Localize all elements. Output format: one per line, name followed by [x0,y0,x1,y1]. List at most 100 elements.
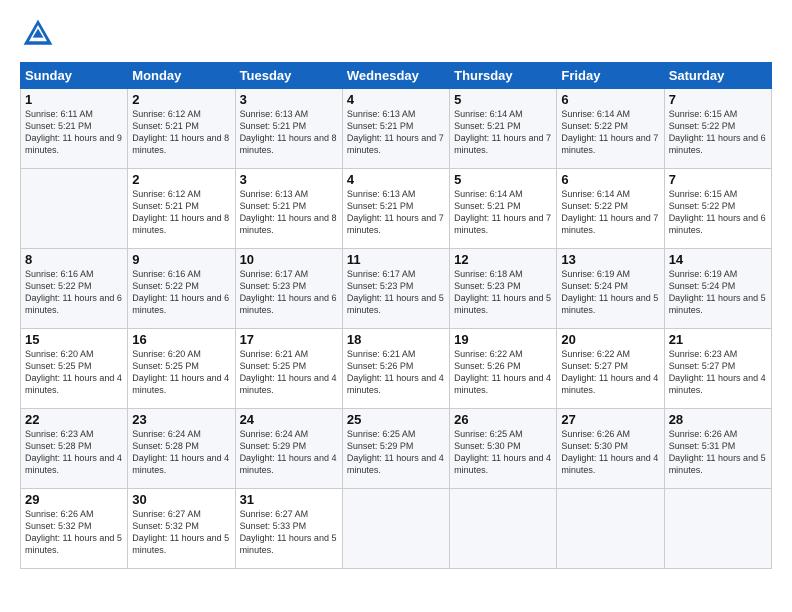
calendar-cell: 26Sunrise: 6:25 AMSunset: 5:30 PMDayligh… [450,409,557,489]
day-number: 11 [347,252,445,267]
day-number: 17 [240,332,338,347]
calendar-cell: 21Sunrise: 6:23 AMSunset: 5:27 PMDayligh… [664,329,771,409]
day-number: 8 [25,252,123,267]
col-tuesday: Tuesday [235,63,342,89]
calendar-cell: 4Sunrise: 6:13 AMSunset: 5:21 PMDaylight… [342,169,449,249]
day-info: Sunrise: 6:13 AMSunset: 5:21 PMDaylight:… [240,108,338,157]
day-info: Sunrise: 6:14 AMSunset: 5:22 PMDaylight:… [561,188,659,237]
calendar-cell: 25Sunrise: 6:25 AMSunset: 5:29 PMDayligh… [342,409,449,489]
day-number: 24 [240,412,338,427]
day-info: Sunrise: 6:12 AMSunset: 5:21 PMDaylight:… [132,188,230,237]
calendar-cell [21,169,128,249]
calendar-cell: 27Sunrise: 6:26 AMSunset: 5:30 PMDayligh… [557,409,664,489]
calendar-cell: 6Sunrise: 6:14 AMSunset: 5:22 PMDaylight… [557,169,664,249]
day-info: Sunrise: 6:16 AMSunset: 5:22 PMDaylight:… [25,268,123,317]
calendar-cell: 22Sunrise: 6:23 AMSunset: 5:28 PMDayligh… [21,409,128,489]
day-number: 12 [454,252,552,267]
header [20,16,772,52]
day-number: 19 [454,332,552,347]
table-row: 2Sunrise: 6:12 AMSunset: 5:21 PMDaylight… [21,169,772,249]
day-number: 3 [240,92,338,107]
day-header-row: Sunday Monday Tuesday Wednesday Thursday… [21,63,772,89]
calendar-cell: 13Sunrise: 6:19 AMSunset: 5:24 PMDayligh… [557,249,664,329]
calendar-cell: 10Sunrise: 6:17 AMSunset: 5:23 PMDayligh… [235,249,342,329]
calendar-cell: 3Sunrise: 6:13 AMSunset: 5:21 PMDaylight… [235,169,342,249]
day-info: Sunrise: 6:27 AMSunset: 5:33 PMDaylight:… [240,508,338,557]
calendar-cell [664,489,771,569]
day-number: 25 [347,412,445,427]
day-info: Sunrise: 6:15 AMSunset: 5:22 PMDaylight:… [669,188,767,237]
day-number: 13 [561,252,659,267]
calendar-cell: 6Sunrise: 6:14 AMSunset: 5:22 PMDaylight… [557,89,664,169]
calendar-cell: 12Sunrise: 6:18 AMSunset: 5:23 PMDayligh… [450,249,557,329]
day-info: Sunrise: 6:24 AMSunset: 5:28 PMDaylight:… [132,428,230,477]
col-thursday: Thursday [450,63,557,89]
day-number: 21 [669,332,767,347]
calendar-cell: 31Sunrise: 6:27 AMSunset: 5:33 PMDayligh… [235,489,342,569]
day-number: 4 [347,92,445,107]
calendar-cell: 28Sunrise: 6:26 AMSunset: 5:31 PMDayligh… [664,409,771,489]
day-info: Sunrise: 6:14 AMSunset: 5:21 PMDaylight:… [454,188,552,237]
table-row: 1Sunrise: 6:11 AMSunset: 5:21 PMDaylight… [21,89,772,169]
day-info: Sunrise: 6:14 AMSunset: 5:21 PMDaylight:… [454,108,552,157]
day-info: Sunrise: 6:17 AMSunset: 5:23 PMDaylight:… [240,268,338,317]
day-info: Sunrise: 6:26 AMSunset: 5:30 PMDaylight:… [561,428,659,477]
day-number: 1 [25,92,123,107]
calendar-cell: 2Sunrise: 6:12 AMSunset: 5:21 PMDaylight… [128,89,235,169]
calendar-cell: 11Sunrise: 6:17 AMSunset: 5:23 PMDayligh… [342,249,449,329]
day-number: 30 [132,492,230,507]
col-saturday: Saturday [664,63,771,89]
calendar-cell: 20Sunrise: 6:22 AMSunset: 5:27 PMDayligh… [557,329,664,409]
day-info: Sunrise: 6:19 AMSunset: 5:24 PMDaylight:… [669,268,767,317]
calendar-cell: 7Sunrise: 6:15 AMSunset: 5:22 PMDaylight… [664,169,771,249]
day-info: Sunrise: 6:20 AMSunset: 5:25 PMDaylight:… [25,348,123,397]
table-row: 15Sunrise: 6:20 AMSunset: 5:25 PMDayligh… [21,329,772,409]
calendar-cell: 17Sunrise: 6:21 AMSunset: 5:25 PMDayligh… [235,329,342,409]
calendar-cell: 16Sunrise: 6:20 AMSunset: 5:25 PMDayligh… [128,329,235,409]
calendar-cell: 23Sunrise: 6:24 AMSunset: 5:28 PMDayligh… [128,409,235,489]
col-friday: Friday [557,63,664,89]
day-info: Sunrise: 6:24 AMSunset: 5:29 PMDaylight:… [240,428,338,477]
day-info: Sunrise: 6:18 AMSunset: 5:23 PMDaylight:… [454,268,552,317]
calendar-table: Sunday Monday Tuesday Wednesday Thursday… [20,62,772,569]
calendar-cell: 24Sunrise: 6:24 AMSunset: 5:29 PMDayligh… [235,409,342,489]
day-number: 7 [669,92,767,107]
calendar-cell: 4Sunrise: 6:13 AMSunset: 5:21 PMDaylight… [342,89,449,169]
day-number: 26 [454,412,552,427]
table-row: 8Sunrise: 6:16 AMSunset: 5:22 PMDaylight… [21,249,772,329]
day-info: Sunrise: 6:12 AMSunset: 5:21 PMDaylight:… [132,108,230,157]
calendar-cell: 30Sunrise: 6:27 AMSunset: 5:32 PMDayligh… [128,489,235,569]
day-info: Sunrise: 6:14 AMSunset: 5:22 PMDaylight:… [561,108,659,157]
page: Sunday Monday Tuesday Wednesday Thursday… [0,0,792,612]
calendar-cell [342,489,449,569]
calendar-cell: 14Sunrise: 6:19 AMSunset: 5:24 PMDayligh… [664,249,771,329]
day-number: 22 [25,412,123,427]
calendar-cell [557,489,664,569]
day-info: Sunrise: 6:13 AMSunset: 5:21 PMDaylight:… [347,108,445,157]
day-number: 27 [561,412,659,427]
day-number: 20 [561,332,659,347]
day-number: 5 [454,172,552,187]
day-number: 7 [669,172,767,187]
day-info: Sunrise: 6:21 AMSunset: 5:25 PMDaylight:… [240,348,338,397]
day-number: 23 [132,412,230,427]
day-info: Sunrise: 6:22 AMSunset: 5:26 PMDaylight:… [454,348,552,397]
day-number: 14 [669,252,767,267]
day-info: Sunrise: 6:15 AMSunset: 5:22 PMDaylight:… [669,108,767,157]
day-info: Sunrise: 6:25 AMSunset: 5:29 PMDaylight:… [347,428,445,477]
day-number: 2 [132,172,230,187]
day-number: 5 [454,92,552,107]
calendar-cell [450,489,557,569]
day-number: 6 [561,172,659,187]
day-info: Sunrise: 6:25 AMSunset: 5:30 PMDaylight:… [454,428,552,477]
day-number: 18 [347,332,445,347]
calendar-body: 1Sunrise: 6:11 AMSunset: 5:21 PMDaylight… [21,89,772,569]
table-row: 22Sunrise: 6:23 AMSunset: 5:28 PMDayligh… [21,409,772,489]
day-info: Sunrise: 6:11 AMSunset: 5:21 PMDaylight:… [25,108,123,157]
day-info: Sunrise: 6:23 AMSunset: 5:28 PMDaylight:… [25,428,123,477]
day-number: 2 [132,92,230,107]
day-info: Sunrise: 6:16 AMSunset: 5:22 PMDaylight:… [132,268,230,317]
calendar-cell: 5Sunrise: 6:14 AMSunset: 5:21 PMDaylight… [450,169,557,249]
day-number: 9 [132,252,230,267]
day-number: 10 [240,252,338,267]
